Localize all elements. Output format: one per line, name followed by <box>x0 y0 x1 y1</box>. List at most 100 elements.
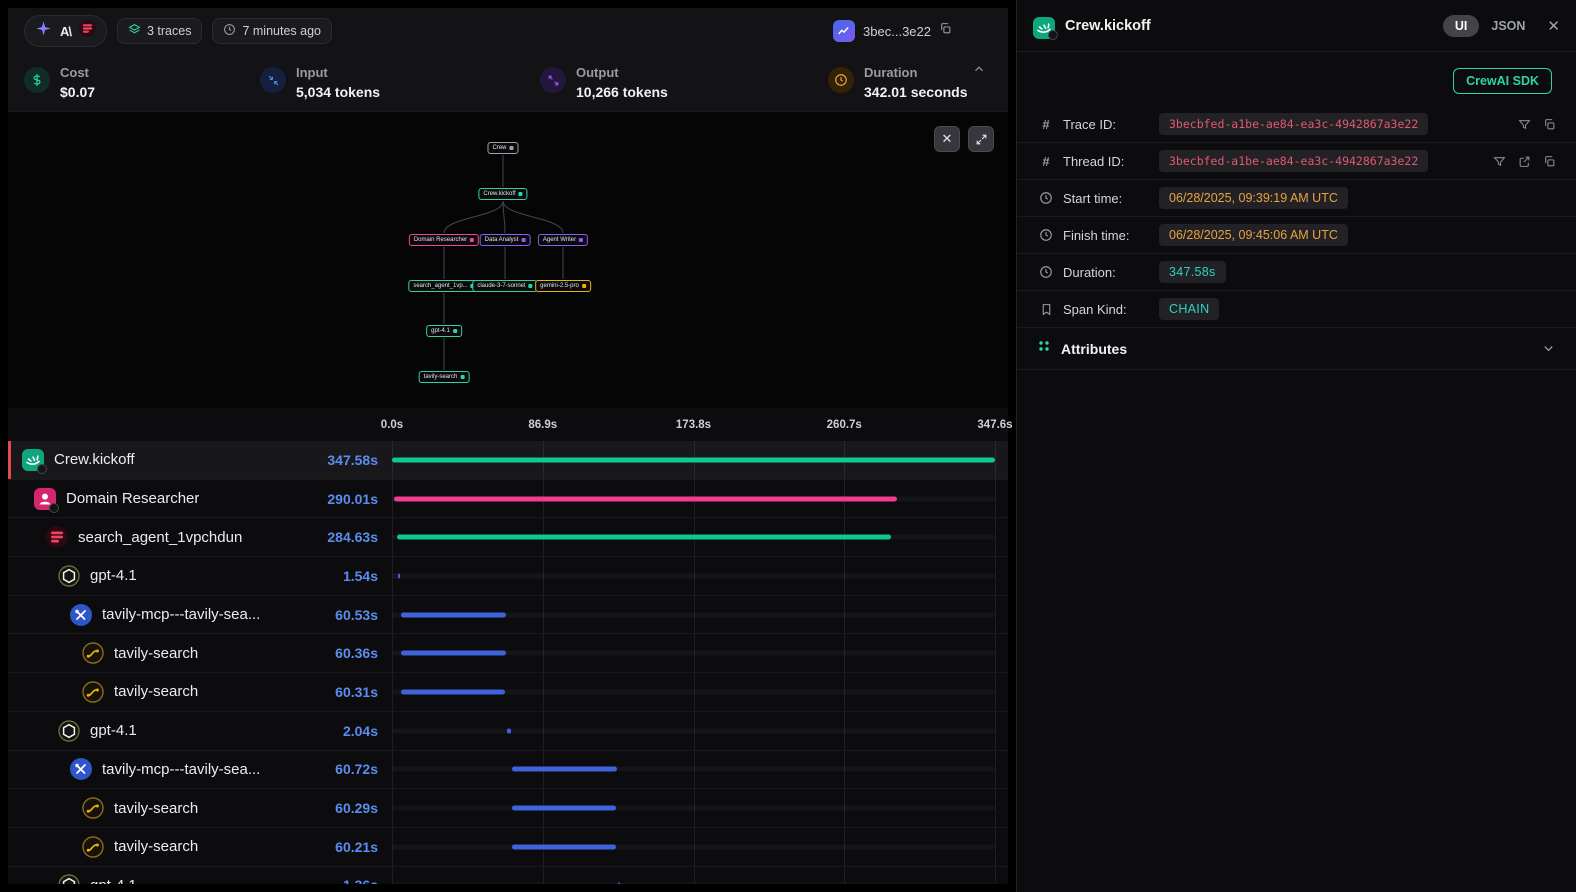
crewai-icon <box>1033 15 1055 37</box>
stat-duration: Duration 342.01 seconds <box>828 65 968 100</box>
graph-node[interactable]: Agent Writer <box>538 234 588 246</box>
span-label: gpt-4.1 <box>90 877 137 884</box>
span-bar <box>512 844 616 849</box>
span-label: tavily-search <box>114 683 198 700</box>
crewai-icon <box>22 449 44 471</box>
graph-node[interactable]: Crew.kickoff <box>478 188 527 200</box>
dollar-icon <box>24 67 50 93</box>
tab-ui[interactable]: UI <box>1443 15 1480 37</box>
trace-id-short: 3bec...3e22 <box>863 24 931 39</box>
clock-icon <box>1037 265 1055 279</box>
span-duration: 2.04s <box>343 723 392 739</box>
start-time-value: 06/28/2025, 09:39:19 AM UTC <box>1159 187 1348 209</box>
tools-icon <box>70 758 92 780</box>
close-icon[interactable]: ✕ <box>1547 17 1560 35</box>
details-title: Crew.kickoff <box>1065 18 1151 34</box>
waterfall-row[interactable]: search_agent_1vpchdun 284.63s <box>8 518 1008 557</box>
attributes-icon <box>1037 339 1051 358</box>
filter-icon[interactable] <box>1518 118 1531 131</box>
graph-close-button[interactable]: ✕ <box>934 126 960 152</box>
copy-icon[interactable] <box>939 22 952 40</box>
tab-json[interactable]: JSON <box>1485 15 1531 37</box>
clock-icon <box>828 67 854 93</box>
span-label: gpt-4.1 <box>90 567 137 584</box>
span-bar <box>394 496 897 501</box>
waterfall-row[interactable]: tavily-mcp---tavily-sea... 60.72s <box>8 751 1008 790</box>
filter-icon[interactable] <box>1493 155 1506 168</box>
span-kind-value: CHAIN <box>1159 298 1219 320</box>
timeline-tick: 260.7s <box>827 419 862 431</box>
clock-icon <box>1037 228 1055 242</box>
span-bar <box>398 573 401 578</box>
span-bar <box>392 457 995 462</box>
span-bar <box>397 535 891 540</box>
waterfall-row[interactable]: gpt-4.1 2.04s <box>8 712 1008 751</box>
span-bar <box>401 689 506 694</box>
span-label: tavily-search <box>114 645 198 662</box>
layers-icon <box>128 23 141 39</box>
route-icon <box>82 642 104 664</box>
waterfall-row[interactable]: tavily-search 60.36s <box>8 634 1008 673</box>
attributes-section[interactable]: Attributes <box>1017 328 1576 370</box>
waterfall: Crew.kickoff 347.58s Domain Researcher 2… <box>8 441 1008 884</box>
copy-icon[interactable] <box>1543 155 1556 168</box>
graph-node[interactable]: search_agent_1vp... <box>408 280 479 292</box>
span-label: gpt-4.1 <box>90 722 137 739</box>
graph-node[interactable]: tavily-search <box>419 371 470 383</box>
span-duration: 1.54s <box>343 568 392 584</box>
stat-output: Output 10,266 tokens <box>540 65 828 100</box>
trace-id-row: # Trace ID: 3becbfed-a1be-ae84-ea3c-4942… <box>1017 106 1576 143</box>
details-panel: Crew.kickoff UI JSON ✕ CrewAI SDK # Trac… <box>1016 0 1576 892</box>
route-icon <box>82 681 104 703</box>
arrows-in-icon <box>260 67 286 93</box>
trace-stats: Cost $0.07 Input 5,034 tokens Output 10,… <box>8 54 1008 112</box>
trace-id-value[interactable]: 3becbfed-a1be-ae84-ea3c-4942867a3e22 <box>1159 113 1428 135</box>
anthropic-logo: A\ <box>60 24 71 39</box>
chevron-down-icon[interactable] <box>1541 341 1556 356</box>
span-track <box>392 728 995 733</box>
finish-time-value: 06/28/2025, 09:45:06 AM UTC <box>1159 224 1348 246</box>
waterfall-row[interactable]: gpt-4.1 1.36s <box>8 867 1008 884</box>
timeline-tick: 173.8s <box>676 419 711 431</box>
graph-expand-button[interactable] <box>968 126 994 152</box>
trace-panel: A\ 3 traces 7 minutes ago 3bec...3e22 <box>8 8 1008 884</box>
span-duration: 1.36s <box>343 877 392 884</box>
arrows-out-icon <box>540 67 566 93</box>
span-bar <box>401 612 506 617</box>
thread-id-value[interactable]: 3becbfed-a1be-ae84-ea3c-4942867a3e22 <box>1159 150 1428 172</box>
graph-node[interactable]: gpt-4.1 <box>426 325 462 337</box>
waterfall-row[interactable]: Crew.kickoff 347.58s <box>8 441 1008 480</box>
trace-header: A\ 3 traces 7 minutes ago 3bec...3e22 <box>8 8 1008 54</box>
span-label: tavily-mcp---tavily-sea... <box>102 761 260 778</box>
external-link-icon[interactable] <box>1518 155 1531 168</box>
waterfall-row[interactable]: tavily-search 60.29s <box>8 789 1008 828</box>
span-duration: 60.36s <box>335 645 392 661</box>
sparkle-icon <box>35 20 52 42</box>
bookmark-icon <box>1037 303 1055 316</box>
graph-node[interactable]: Data Analyst <box>480 234 531 246</box>
laminar-logo <box>79 20 96 42</box>
duration-row: Duration: 347.58s <box>1017 254 1576 291</box>
graph-node[interactable]: claude-3-7-sonnet <box>472 280 537 292</box>
waterfall-row[interactable]: Domain Researcher 290.01s <box>8 480 1008 519</box>
chart-icon[interactable] <box>833 20 855 42</box>
copy-icon[interactable] <box>1543 118 1556 131</box>
traces-count-badge[interactable]: 3 traces <box>117 18 202 44</box>
start-time-row: Start time: 06/28/2025, 09:39:19 AM UTC <box>1017 180 1576 217</box>
hash-icon: # <box>1037 154 1055 169</box>
trace-graph: ✕ Crew Crew.kickoff Domain ResearcherData … <box>8 112 1008 408</box>
span-track <box>392 767 995 772</box>
waterfall-row[interactable]: tavily-search 60.21s <box>8 828 1008 867</box>
graph-node[interactable]: Crew <box>487 142 518 154</box>
waterfall-row[interactable]: gpt-4.1 1.54s <box>8 557 1008 596</box>
trace-age-badge: 7 minutes ago <box>212 18 332 44</box>
graph-node[interactable]: gemini-2.5-pro <box>535 280 591 292</box>
graph-node[interactable]: Domain Researcher <box>409 234 479 246</box>
collapse-stats-chevron-icon[interactable] <box>972 62 986 81</box>
clock-icon <box>223 23 236 39</box>
span-duration: 60.29s <box>335 800 392 816</box>
waterfall-row[interactable]: tavily-search 60.31s <box>8 673 1008 712</box>
route-icon <box>82 836 104 858</box>
hash-icon: # <box>1037 117 1055 132</box>
waterfall-row[interactable]: tavily-mcp---tavily-sea... 60.53s <box>8 596 1008 635</box>
